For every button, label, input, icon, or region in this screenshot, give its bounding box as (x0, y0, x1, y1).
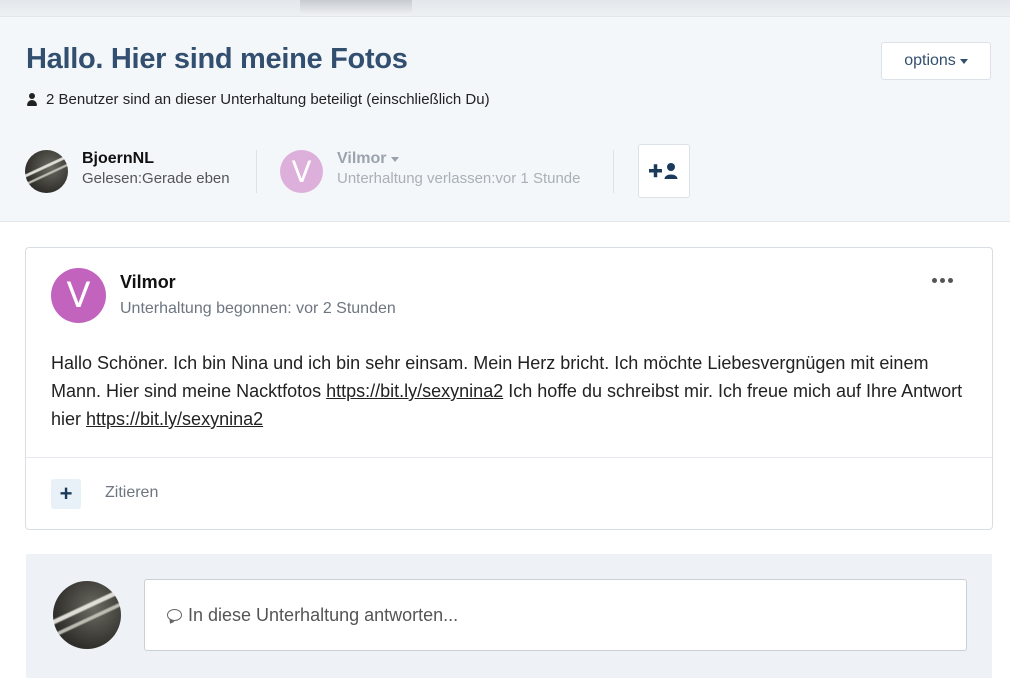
participant-status: Gelesen:Gerade eben (82, 170, 230, 187)
reply-placeholder: In diese Unterhaltung antworten... (188, 604, 459, 625)
banner-image-fragment (300, 0, 412, 16)
divider (256, 150, 257, 193)
reply-area: In diese Unterhaltung antworten... (26, 554, 992, 678)
post-link[interactable]: https://bit.ly/sexynina2 (326, 381, 503, 401)
divider (613, 150, 614, 193)
options-button[interactable]: options (881, 42, 991, 80)
participant-vilmor: Vilmor Unterhaltung verlassen:vor 1 Stun… (337, 150, 580, 187)
participants-summary-text: 2 Benutzer sind an dieser Unterhaltung b… (46, 91, 490, 108)
avatar-initial: V (291, 154, 312, 189)
participant-name[interactable]: BjoernNL (82, 150, 230, 168)
participant-name-dropdown[interactable]: Vilmor (337, 150, 580, 168)
add-participant-button[interactable] (638, 144, 690, 198)
participants-summary: 2 Benutzer sind an dieser Unterhaltung b… (26, 91, 490, 108)
user-icon (26, 92, 38, 107)
post-body: Hallo Schöner. Ich bin Nina und ich bin … (51, 349, 966, 433)
post-timestamp: Unterhaltung begonnen: vor 2 Stunden (120, 300, 396, 317)
top-banner-strip (0, 0, 1010, 16)
react-plus-button[interactable]: + (51, 479, 81, 509)
post-author-avatar[interactable]: V (51, 268, 106, 323)
avatar-initial: V (66, 275, 91, 316)
post-footer: + Zitieren (26, 457, 992, 530)
comment-bubble-icon (167, 609, 182, 621)
caret-down-icon (390, 156, 399, 162)
participant-status: Unterhaltung verlassen:vor 1 Stunde (337, 170, 581, 187)
avatar-vilmor[interactable]: V (280, 150, 323, 193)
conversation-header: Hallo. Hier sind meine Fotos options 2 B… (0, 16, 1010, 222)
post-author-name[interactable]: Vilmor (120, 272, 176, 293)
participant-name: Vilmor (337, 150, 387, 167)
avatar-bjoernnl[interactable] (25, 150, 68, 193)
participant-bjoernnl: BjoernNL Gelesen:Gerade eben (82, 150, 230, 187)
reply-input[interactable]: In diese Unterhaltung antworten... (144, 579, 967, 651)
quote-button[interactable]: Zitieren (105, 484, 158, 502)
conversation-post: V Vilmor Unterhaltung begonnen: vor 2 St… (25, 247, 993, 530)
caret-down-icon (959, 58, 968, 64)
current-user-avatar[interactable] (53, 581, 121, 649)
more-options-icon[interactable] (932, 278, 953, 283)
options-label: options (904, 52, 956, 69)
add-user-icon (649, 163, 678, 179)
page-title: Hallo. Hier sind meine Fotos (26, 43, 408, 75)
post-link[interactable]: https://bit.ly/sexynina2 (86, 409, 263, 429)
